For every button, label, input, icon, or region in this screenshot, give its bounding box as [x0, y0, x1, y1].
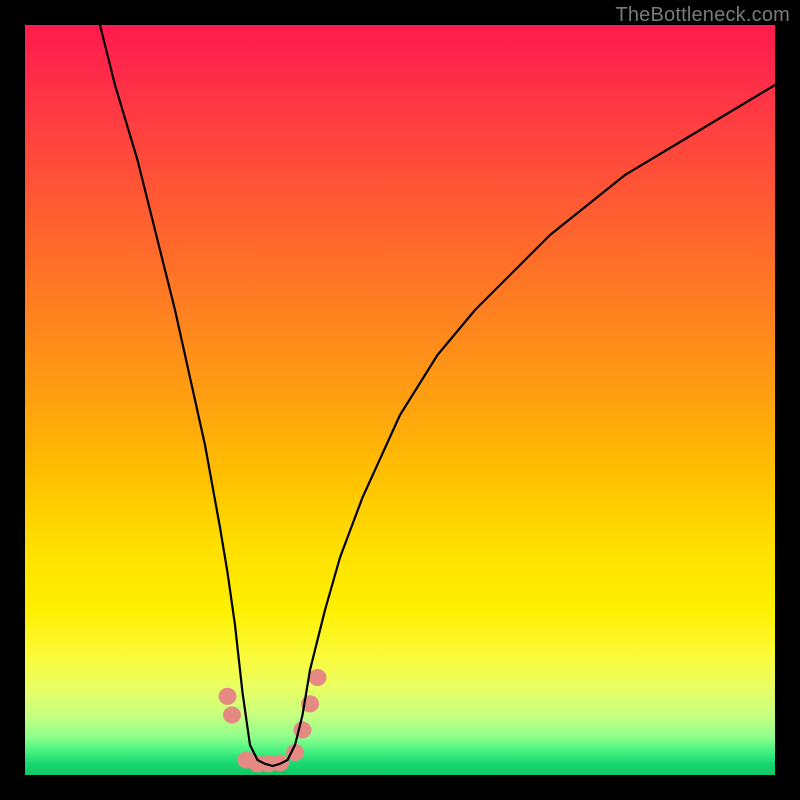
curve-marker	[223, 706, 241, 723]
chart-markers	[219, 669, 327, 772]
curve-marker	[309, 669, 327, 686]
watermark-text: TheBottleneck.com	[615, 4, 790, 27]
chart-plot-area	[25, 25, 775, 775]
curve-marker	[219, 688, 237, 705]
bottleneck-curve	[100, 25, 775, 766]
chart-svg	[25, 25, 775, 775]
